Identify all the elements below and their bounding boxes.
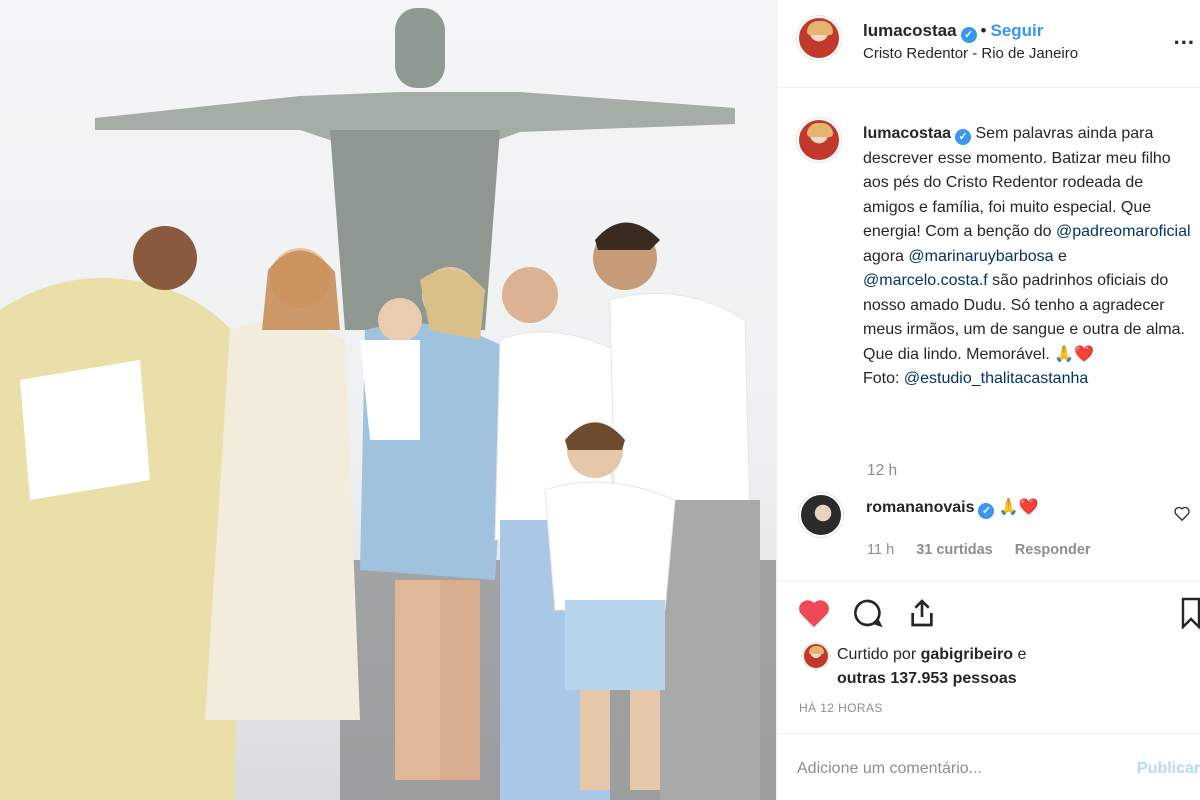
comment: romananovais ✓ 🙏❤️	[866, 497, 1039, 519]
caption-avatar[interactable]	[797, 118, 841, 162]
woman-white-dress	[205, 248, 360, 720]
post-photo[interactable]	[0, 0, 776, 800]
like-heart-icon[interactable]	[797, 597, 831, 634]
liker-avatar[interactable]	[803, 643, 829, 669]
mention-link[interactable]: @estudio_thalitacastanha	[904, 370, 1088, 387]
verified-icon: ✓	[955, 129, 972, 145]
save-bookmark-icon[interactable]	[1181, 597, 1200, 634]
separator-dot: •	[980, 21, 987, 40]
priest-figure	[0, 226, 240, 800]
mention-link[interactable]: @padreomaroficial	[1056, 223, 1191, 240]
comment-meta: 11 h 31 curtidas Responder	[867, 542, 1109, 558]
comment-time[interactable]: 11 h	[867, 542, 894, 558]
comment-like-icon[interactable]	[1174, 505, 1190, 526]
comment-icon[interactable]	[851, 597, 885, 634]
caption-time[interactable]: 12 h	[867, 462, 897, 480]
photo-credit-label: Foto:	[863, 370, 904, 387]
comment-text: 🙏❤️	[994, 499, 1039, 516]
publish-button[interactable]: Publicar	[1137, 760, 1200, 778]
author-username[interactable]: lumacostaa	[863, 21, 957, 40]
likes-prefix: Curtido por	[837, 646, 921, 663]
liker-username[interactable]: gabigribeiro	[921, 646, 1013, 663]
commenter-avatar[interactable]	[799, 493, 843, 537]
author-line: lumacostaa ✓ • Seguir	[863, 21, 1043, 43]
caption-username[interactable]: lumacostaa	[863, 125, 951, 142]
verified-icon: ✓	[978, 503, 995, 519]
more-options-icon[interactable]: ...	[1174, 24, 1195, 50]
verified-icon: ✓	[960, 27, 977, 43]
caption-text: e	[1053, 247, 1067, 265]
action-bar	[777, 580, 1200, 640]
likes-middle: e	[1013, 646, 1027, 663]
commenter-username[interactable]: romananovais	[866, 499, 974, 516]
caption-text: agora	[863, 247, 909, 265]
share-icon[interactable]	[905, 597, 939, 634]
comment-input[interactable]	[797, 756, 1127, 782]
post-sidebar: lumacostaa ✓ • Seguir Cristo Redentor - Rio…	[776, 0, 1200, 800]
follow-button[interactable]: Seguir	[991, 21, 1044, 40]
location-link[interactable]: Cristo Redentor - Rio de Janeiro	[863, 45, 1078, 62]
author-avatar[interactable]	[797, 16, 841, 60]
likes-summary: Curtido por gabigribeiro e outras 137.953…	[837, 643, 1026, 691]
post-timestamp[interactable]: HÁ 12 HORAS	[799, 701, 883, 715]
likes-count[interactable]: outras 137.953 pessoas	[837, 670, 1017, 687]
post-header: lumacostaa ✓ • Seguir Cristo Redentor - Rio…	[777, 0, 1200, 88]
mention-link[interactable]: @marcelo.costa.f	[863, 272, 988, 289]
post-caption: lumacostaa ✓ Sem palavras ainda para desc…	[863, 122, 1193, 392]
photo-illustration	[0, 8, 776, 800]
comment-likes[interactable]: 31 curtidas	[916, 542, 993, 558]
reply-button[interactable]: Responder	[1015, 542, 1091, 558]
mention-link[interactable]: @marinaruybarbosa	[908, 248, 1053, 265]
comment-form: Publicar	[777, 733, 1200, 800]
